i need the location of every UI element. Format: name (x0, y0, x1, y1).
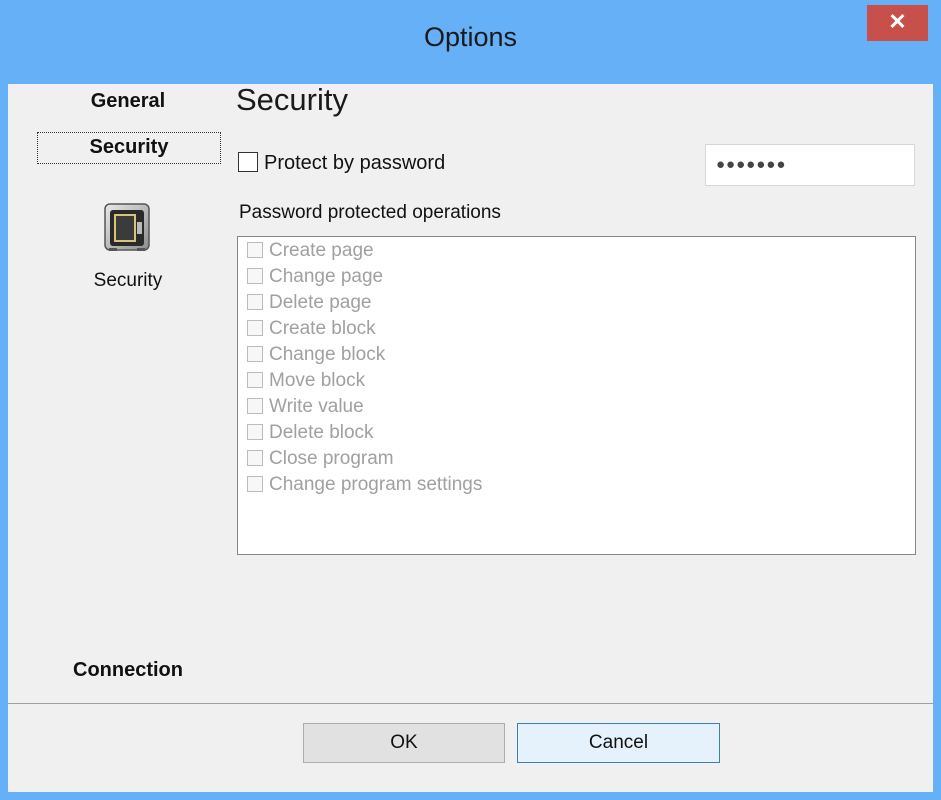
sidebar-item-label: Security (93, 270, 163, 291)
options-dialog: Options ✕ General Security Security Conn… (0, 0, 941, 800)
nav-group-security[interactable]: Security (37, 132, 221, 164)
checkbox[interactable] (247, 294, 263, 310)
checkbox[interactable] (247, 372, 263, 388)
close-button[interactable]: ✕ (867, 5, 928, 41)
page-title: Security (236, 82, 348, 117)
list-item[interactable]: Delete block (247, 422, 374, 446)
operations-label: Password protected operations (239, 202, 501, 223)
list-item[interactable]: Create page (247, 240, 374, 264)
separator (8, 703, 933, 704)
checkbox[interactable] (247, 268, 263, 284)
title-bar: Options ✕ (0, 0, 941, 84)
nav-group-connection[interactable]: Connection (38, 659, 218, 682)
checkbox[interactable] (247, 346, 263, 362)
list-item[interactable]: Move block (247, 370, 365, 394)
ok-button[interactable]: OK (303, 723, 505, 763)
checkbox[interactable] (247, 242, 263, 258)
safe-icon (104, 203, 150, 251)
close-icon: ✕ (888, 9, 907, 34)
list-item[interactable]: Change page (247, 266, 383, 290)
operations-list[interactable]: Create page Change page Delete page Crea… (237, 236, 916, 555)
cancel-button[interactable]: Cancel (517, 723, 720, 763)
window-title: Options (423, 22, 518, 52)
list-item[interactable]: Delete page (247, 292, 371, 316)
checkbox[interactable] (247, 398, 263, 414)
list-item[interactable]: Write value (247, 396, 364, 420)
protect-by-password-checkbox[interactable] (238, 152, 258, 172)
checkbox[interactable] (247, 424, 263, 440)
dialog-content: General Security Security Connection Sec… (8, 76, 933, 792)
list-item[interactable]: Change block (247, 344, 385, 368)
list-item[interactable]: Create block (247, 318, 376, 342)
checkbox[interactable] (247, 450, 263, 466)
password-field[interactable]: ●●●●●●● (705, 144, 915, 186)
checkbox[interactable] (247, 476, 263, 492)
protect-by-password-label[interactable]: Protect by password (264, 152, 445, 175)
list-item[interactable]: Change program settings (247, 474, 482, 498)
checkbox[interactable] (247, 320, 263, 336)
list-item[interactable]: Close program (247, 448, 394, 472)
nav-group-general[interactable]: General (38, 90, 218, 113)
